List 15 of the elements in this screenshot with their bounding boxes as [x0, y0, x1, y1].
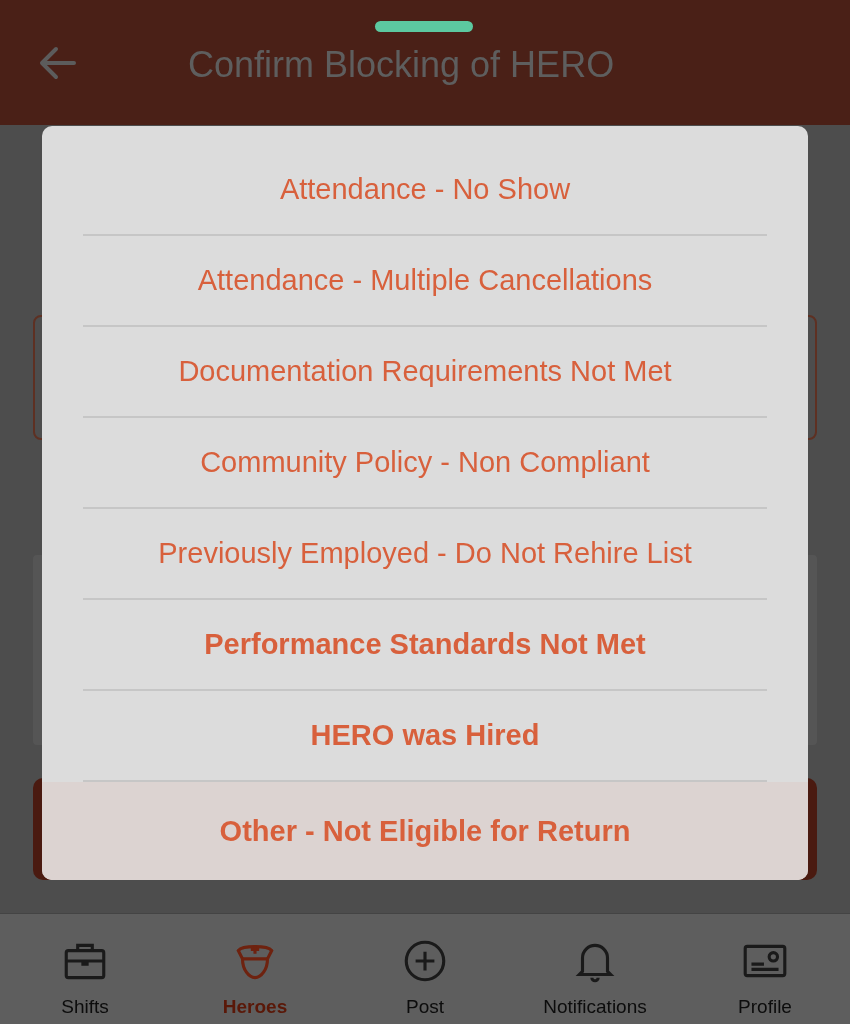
- nav-tab[interactable]: Heroes: [180, 914, 330, 1024]
- option-item[interactable]: Performance Standards Not Met: [42, 600, 808, 689]
- nav-tab[interactable]: Profile: [690, 914, 840, 1024]
- nav-tab[interactable]: Notifications: [520, 914, 670, 1024]
- option-item[interactable]: HERO was Hired: [42, 691, 808, 780]
- option-item[interactable]: Attendance - No Show: [42, 145, 808, 234]
- option-item[interactable]: Attendance - Multiple Cancellations: [42, 236, 808, 325]
- option-item[interactable]: Documentation Requirements Not Met: [42, 327, 808, 416]
- option-item[interactable]: Community Policy - Non Compliant: [42, 418, 808, 507]
- screen-title: Confirm Blocking of HERO: [188, 43, 615, 86]
- drag-handle[interactable]: [375, 21, 473, 32]
- nav-tab[interactable]: Shifts: [10, 914, 160, 1024]
- nav-tab[interactable]: Post: [350, 914, 500, 1024]
- option-item[interactable]: Other - Not Eligible for Return: [42, 782, 808, 880]
- option-item[interactable]: Previously Employed - Do Not Rehire List: [42, 509, 808, 598]
